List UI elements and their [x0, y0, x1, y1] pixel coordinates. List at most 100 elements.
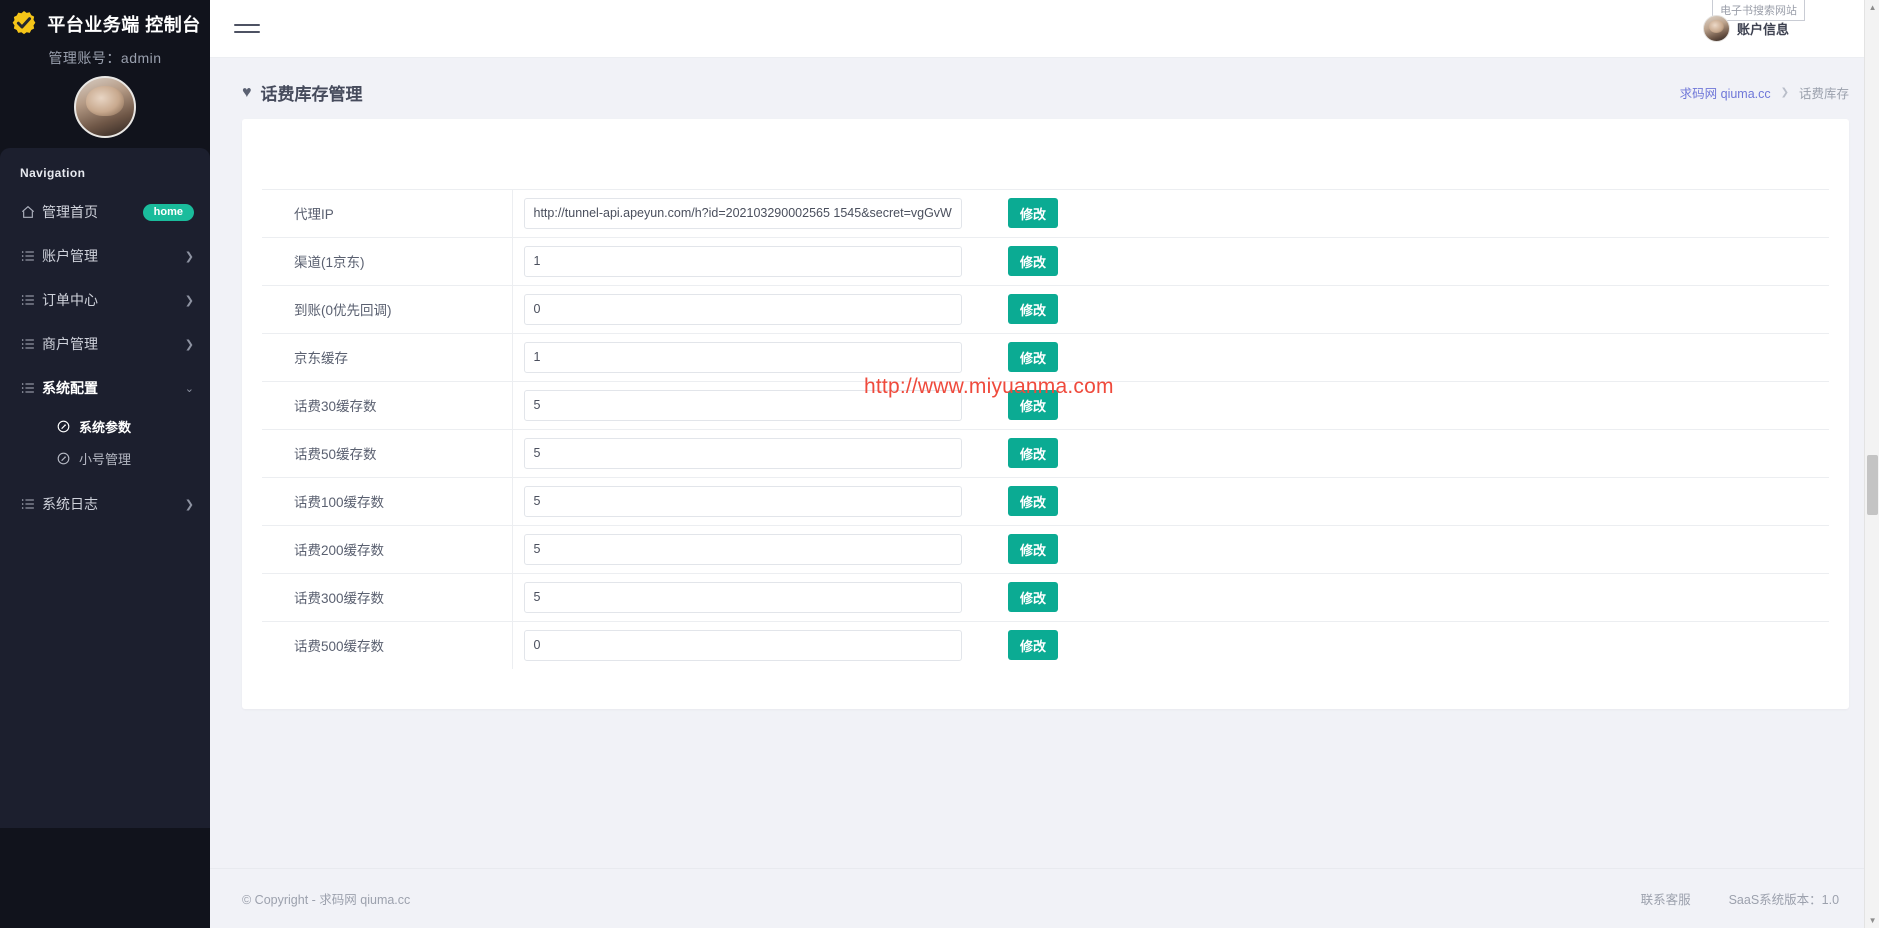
sidebar: 平台业务端 控制台 管理账号：admin Navigation 管理首页 hom… [0, 0, 210, 928]
setting-input[interactable] [523, 437, 962, 469]
chevron-right-icon: ❯ [184, 250, 194, 263]
row-label: 代理IP [262, 189, 513, 237]
edit-button[interactable]: 修改 [1008, 630, 1058, 661]
list-icon [20, 292, 42, 308]
footer-version: SaaS系统版本：1.0 [1728, 893, 1840, 907]
brand[interactable]: 平台业务端 控制台 [0, 0, 210, 42]
settings-table: 代理IP 修改 渠道(1京东) [262, 139, 1830, 669]
heart-icon: ♥ [242, 83, 252, 101]
setting-input[interactable] [523, 245, 962, 277]
scroll-down-arrow-icon[interactable]: ▼ [1865, 913, 1879, 928]
footer-support-link[interactable]: 联系客服 [1641, 889, 1691, 908]
app-root: 平台业务端 控制台 管理账号：admin Navigation 管理首页 hom… [0, 0, 1879, 928]
table-row: 话费100缓存数 修改 [262, 477, 1830, 525]
row-label: 话费100缓存数 [262, 477, 513, 525]
table-row: 到账(0优先回调) 修改 [262, 285, 1830, 333]
edit-button[interactable]: 修改 [1008, 198, 1058, 228]
edit-button[interactable]: 修改 [1008, 390, 1058, 420]
row-label: 话费200缓存数 [262, 525, 513, 573]
topbar-right: 电子书搜索网站 账户信息 [1703, 0, 1863, 42]
home-icon [20, 204, 42, 220]
footer-copyright: © Copyright - 求码网 qiuma.cc [242, 893, 411, 907]
sidebar-item-label: 订单中心 [42, 292, 98, 308]
row-label: 话费30缓存数 [262, 381, 513, 429]
row-label: 话费50缓存数 [262, 429, 513, 477]
page-title: ♥ 话费库存管理 [242, 80, 363, 105]
sidebar-avatar-wrap [0, 76, 210, 142]
main-content: 电子书搜索网站 账户信息 ♥ 话费库存管理 求码网 qiuma.cc ❯ 话费库… [210, 0, 1879, 928]
sidebar-item-orders[interactable]: 订单中心 ❯ [0, 278, 210, 322]
table-row: 话费50缓存数 修改 [262, 429, 1830, 477]
list-icon [20, 336, 42, 352]
table-row: 渠道(1京东) 修改 [262, 237, 1830, 285]
sidebar-item-system-config[interactable]: 系统配置 ⌄ [0, 366, 210, 410]
chevron-down-icon: ⌄ [184, 382, 194, 395]
edit-button[interactable]: 修改 [1008, 246, 1058, 276]
gear-check-icon [9, 9, 39, 39]
setting-input[interactable] [523, 485, 962, 517]
breadcrumb: 求码网 qiuma.cc ❯ 话费库存 [1680, 83, 1849, 102]
sidebar-item-label: 系统配置 [42, 380, 98, 396]
settings-card: 代理IP 修改 渠道(1京东) [242, 119, 1850, 709]
table-row: 话费500缓存数 修改 [262, 621, 1829, 669]
table-row: 京东缓存 修改 [262, 333, 1830, 381]
sidebar-subitem-sub-account[interactable]: 小号管理 [0, 442, 210, 474]
sidebar-item-home[interactable]: 管理首页 home [0, 190, 210, 234]
breadcrumb-current: 话费库存 [1799, 87, 1850, 101]
chevron-right-icon: ❯ [184, 294, 194, 307]
avatar[interactable] [1703, 15, 1731, 42]
setting-input[interactable] [523, 629, 962, 661]
edit-button[interactable]: 修改 [1008, 534, 1058, 564]
topbar: 电子书搜索网站 账户信息 [210, 0, 1879, 58]
table-row-spacer [262, 139, 1830, 189]
footer-right: 联系客服 SaaS系统版本：1.0 [1641, 889, 1839, 908]
page-header: ♥ 话费库存管理 求码网 qiuma.cc ❯ 话费库存 [210, 58, 1879, 119]
setting-input[interactable] [523, 389, 962, 421]
chevron-right-icon: ❯ [1780, 87, 1790, 98]
edit-button[interactable]: 修改 [1008, 582, 1058, 612]
sidebar-subitem-label: 小号管理 [79, 451, 132, 467]
sidebar-item-label: 系统日志 [42, 496, 98, 512]
setting-input[interactable] [523, 533, 962, 565]
list-icon [20, 248, 42, 264]
watermark-tooltip: 电子书搜索网站 [1712, 0, 1806, 21]
row-label: 话费300缓存数 [262, 573, 513, 621]
brand-title: 平台业务端 控制台 [47, 15, 201, 35]
sidebar-nav: Navigation 管理首页 home 账户管理 ❯ 订单中心 ❯ 商户管理 … [0, 148, 210, 828]
sidebar-item-merchant[interactable]: 商户管理 ❯ [0, 322, 210, 366]
cursor-icon [56, 451, 71, 466]
table-row: 话费300缓存数 修改 [262, 573, 1830, 621]
sidebar-item-label: 账户管理 [42, 248, 98, 264]
sidebar-item-system-log[interactable]: 系统日志 ❯ [0, 482, 210, 526]
footer: © Copyright - 求码网 qiuma.cc 联系客服 SaaS系统版本… [210, 868, 1879, 928]
nav-header: Navigation [20, 166, 86, 180]
table-row: 话费200缓存数 修改 [262, 525, 1830, 573]
setting-input[interactable] [523, 581, 962, 613]
home-badge: home [142, 203, 194, 221]
sidebar-item-account[interactable]: 账户管理 ❯ [0, 234, 210, 278]
account-info-label[interactable]: 账户信息 [1737, 19, 1789, 38]
admin-account-line: 管理账号：admin [48, 50, 162, 66]
edit-button[interactable]: 修改 [1008, 438, 1058, 468]
avatar [74, 76, 136, 138]
chevron-right-icon: ❯ [184, 498, 194, 511]
edit-button[interactable]: 修改 [1008, 294, 1058, 324]
row-label: 渠道(1京东) [262, 237, 513, 285]
chevron-right-icon: ❯ [184, 338, 194, 351]
setting-input[interactable] [523, 341, 962, 373]
table-row: 话费30缓存数 修改 [262, 381, 1830, 429]
page-scrollbar[interactable]: ▲ ▼ [1864, 0, 1879, 928]
hamburger-icon[interactable] [234, 19, 260, 38]
setting-input[interactable] [523, 197, 962, 229]
sidebar-item-label: 商户管理 [42, 336, 98, 352]
sidebar-subitem-system-params[interactable]: 系统参数 [0, 410, 210, 442]
breadcrumb-link-home[interactable]: 求码网 qiuma.cc [1680, 83, 1771, 102]
row-label: 到账(0优先回调) [262, 285, 513, 333]
scroll-up-arrow-icon[interactable]: ▲ [1865, 0, 1879, 15]
edit-button[interactable]: 修改 [1008, 486, 1058, 516]
cursor-icon [56, 419, 71, 434]
page-title-text: 话费库存管理 [260, 85, 363, 104]
setting-input[interactable] [523, 293, 962, 325]
edit-button[interactable]: 修改 [1008, 342, 1058, 372]
scrollbar-thumb[interactable] [1867, 455, 1879, 515]
